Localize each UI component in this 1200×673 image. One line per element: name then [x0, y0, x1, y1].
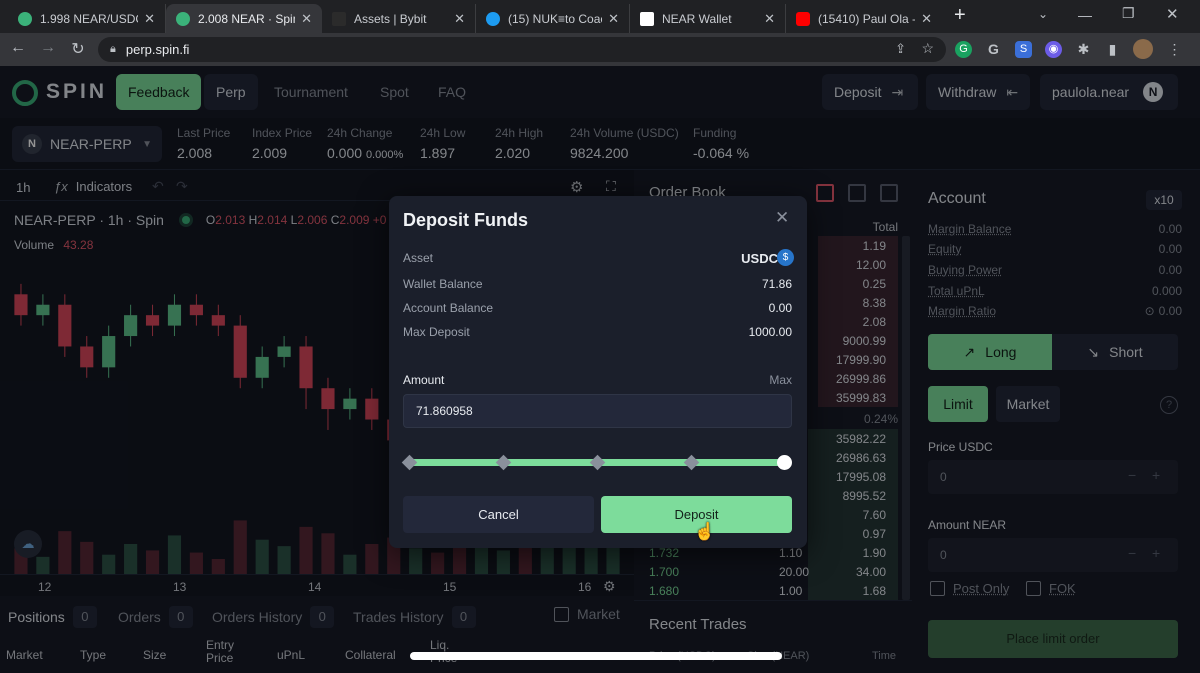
- browser-toolbar: ← → ↻ 🔒︎ perp.spin.fi ⇪ ☆ G G S ◉ ✱ ▮ ⋮: [0, 33, 1200, 66]
- browser-tab-bar: 1.998 NEAR/USDC ✕ 2.008 NEAR · Spin F ✕ …: [0, 0, 1200, 33]
- profile-avatar[interactable]: [1133, 39, 1153, 59]
- youtube-favicon-icon: [796, 11, 810, 26]
- eye-extension-icon[interactable]: ◉: [1045, 41, 1062, 58]
- modal-row-max-deposit: Max Deposit 1000.00: [403, 325, 792, 339]
- modal-close-icon[interactable]: ✕: [775, 208, 789, 228]
- deposit-amount-input[interactable]: [403, 394, 792, 428]
- close-icon[interactable]: ✕: [921, 11, 932, 27]
- window-close-icon[interactable]: ✕: [1166, 5, 1179, 23]
- close-icon[interactable]: ✕: [454, 11, 465, 27]
- deposit-funds-modal: Deposit Funds ✕ Asset USDC $ Wallet Bala…: [389, 196, 807, 548]
- url-text: perp.spin.fi: [125, 42, 190, 57]
- tab-search-chevron-icon[interactable]: ⌄: [1038, 7, 1048, 21]
- slider-step-25[interactable]: [495, 454, 512, 471]
- restore-icon[interactable]: ❐: [1122, 5, 1135, 22]
- video-scrubber-bar[interactable]: [410, 652, 782, 660]
- close-icon[interactable]: ✕: [608, 11, 619, 27]
- tab-title: (15) NUK≡to Coach: [508, 11, 602, 26]
- hand-cursor-icon: ☝: [694, 522, 716, 541]
- slider-step-75[interactable]: [683, 454, 700, 471]
- near-favicon-icon: [640, 11, 654, 26]
- tab-title: Assets | Bybit: [354, 11, 427, 26]
- modal-row-asset: Asset USDC $: [403, 249, 794, 266]
- tab-title: 2.008 NEAR · Spin F: [198, 11, 295, 26]
- slider-step-50[interactable]: [589, 454, 606, 471]
- close-icon[interactable]: ✕: [764, 11, 775, 27]
- lock-icon: 🔒︎: [110, 43, 116, 55]
- usdc-token-icon: $: [777, 249, 794, 266]
- side-panel-icon[interactable]: ▮: [1104, 41, 1121, 58]
- grammarly-extension-icon[interactable]: G: [955, 41, 972, 58]
- url-bar[interactable]: 🔒︎ perp.spin.fi ⇪ ☆: [98, 37, 946, 62]
- close-icon[interactable]: ✕: [301, 11, 312, 27]
- modal-row-wallet-balance: Wallet Balance 71.86: [403, 277, 792, 291]
- twitter-favicon-icon: [486, 11, 500, 26]
- tab-title: (15410) Paul Ola - Y: [818, 11, 915, 26]
- minimize-icon[interactable]: —: [1078, 7, 1092, 23]
- browser-tab-1[interactable]: 1.998 NEAR/USDC ✕: [8, 4, 166, 33]
- browser-menu-icon[interactable]: ⋮: [1166, 41, 1183, 58]
- spin-favicon-icon: [18, 11, 32, 26]
- browser-tab-2-active[interactable]: 2.008 NEAR · Spin F ✕: [166, 4, 322, 33]
- forward-arrow-icon[interactable]: →: [34, 39, 62, 57]
- browser-tab-6[interactable]: (15410) Paul Ola - Y ✕: [786, 4, 942, 33]
- tab-title: NEAR Wallet: [662, 11, 732, 26]
- modal-title: Deposit Funds: [403, 210, 528, 230]
- close-icon[interactable]: ✕: [144, 11, 155, 27]
- amount-field-label: Amount: [403, 373, 445, 387]
- browser-tab-5[interactable]: NEAR Wallet ✕: [630, 4, 786, 33]
- modal-row-account-balance: Account Balance 0.00: [403, 301, 792, 315]
- slider-thumb[interactable]: [777, 455, 792, 470]
- bookmark-star-icon[interactable]: ☆: [921, 40, 934, 57]
- new-tab-button[interactable]: +: [954, 4, 966, 27]
- max-button[interactable]: Max: [769, 373, 792, 387]
- tab-title: 1.998 NEAR/USDC: [40, 11, 139, 26]
- slider-step-0[interactable]: [401, 454, 418, 471]
- reload-icon[interactable]: ↻: [64, 39, 92, 59]
- bybit-favicon-icon: [332, 11, 346, 26]
- share-icon[interactable]: ⇪: [895, 41, 906, 57]
- extensions-puzzle-icon[interactable]: ✱: [1075, 41, 1092, 58]
- google-extension-icon[interactable]: G: [985, 41, 1002, 58]
- browser-tab-3[interactable]: Assets | Bybit ✕: [322, 4, 476, 33]
- s-extension-icon[interactable]: S: [1015, 41, 1032, 58]
- spin-favicon-icon: [176, 11, 190, 26]
- browser-tab-4[interactable]: (15) NUK≡to Coach ✕: [476, 4, 630, 33]
- back-arrow-icon[interactable]: ←: [4, 39, 32, 57]
- cancel-button[interactable]: Cancel: [403, 496, 594, 533]
